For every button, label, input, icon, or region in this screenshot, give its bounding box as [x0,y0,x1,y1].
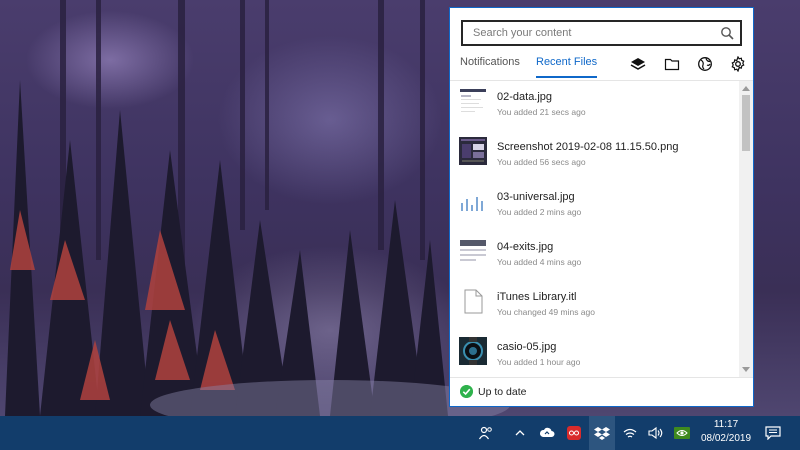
file-activity: You added 21 secs ago [497,107,586,117]
people-icon[interactable] [474,416,498,450]
file-thumbnail-icon [459,337,487,365]
file-name: Screenshot 2019-02-08 11.15.50.png [497,141,679,153]
file-item[interactable]: casio-05.jpg You added 1 hour ago [450,331,739,377]
scroll-up-icon[interactable] [742,86,750,91]
file-item[interactable]: 02-data.jpg You added 21 secs ago [450,81,739,131]
volume-icon[interactable] [645,416,667,450]
chevron-up-icon[interactable] [510,416,530,450]
scrollbar-thumb[interactable] [742,95,750,151]
clock-date: 08/02/2019 [700,433,752,444]
search-icon[interactable] [720,26,734,40]
file-item[interactable]: iTunes Library.itl You changed 49 mins a… [450,281,739,331]
layers-icon[interactable] [630,56,646,72]
recent-files-list: 02-data.jpg You added 21 secs ago Screen… [450,81,739,377]
file-item[interactable]: Screenshot 2019-02-08 11.15.50.png You a… [450,131,739,181]
file-name: 02-data.jpg [497,91,553,103]
file-name: casio-05.jpg [497,341,557,353]
file-name: iTunes Library.itl [497,291,577,303]
tab-recent-files[interactable]: Recent Files [536,56,598,78]
file-item[interactable]: 03-universal.jpg You added 2 mins ago [450,181,739,231]
globe-icon[interactable] [697,56,713,72]
file-activity: You added 4 mins ago [497,257,582,267]
scroll-down-icon[interactable] [742,367,750,372]
search-box [461,20,742,46]
file-thumbnail-icon [459,137,487,165]
search-input[interactable] [471,26,715,40]
file-thumbnail-icon [459,87,487,115]
file-name: 03-universal.jpg [497,191,575,203]
file-activity: You added 56 secs ago [497,157,586,167]
nvidia-icon[interactable] [671,416,693,450]
cloud-upload-icon[interactable] [536,416,558,450]
footer-divider [450,377,753,378]
dropbox-panel: Notifications Recent Files 02-data.jp [449,7,754,407]
file-activity: You changed 49 mins ago [497,307,595,317]
check-circle-icon [460,385,473,398]
file-activity: You added 1 hour ago [497,357,581,367]
file-item[interactable]: 04-exits.jpg You added 4 mins ago [450,231,739,281]
file-name: 04-exits.jpg [497,241,554,253]
file-thumbnail-icon [459,187,487,215]
taskbar-clock[interactable]: 11:17 08/02/2019 [696,418,756,446]
folder-icon[interactable] [664,56,680,72]
list-scrollbar[interactable] [739,81,753,377]
file-activity: You added 2 mins ago [497,207,582,217]
gear-icon[interactable] [730,56,746,72]
dropbox-icon[interactable] [589,416,615,450]
notification-icon[interactable] [760,416,786,450]
og-icon[interactable] [563,416,585,450]
clock-time: 11:17 [713,419,739,430]
tab-notifications[interactable]: Notifications [460,56,520,68]
file-thumbnail-icon [459,237,487,265]
sync-status: Up to date [478,386,527,398]
wifi-icon[interactable] [619,416,641,450]
document-icon [464,289,483,314]
